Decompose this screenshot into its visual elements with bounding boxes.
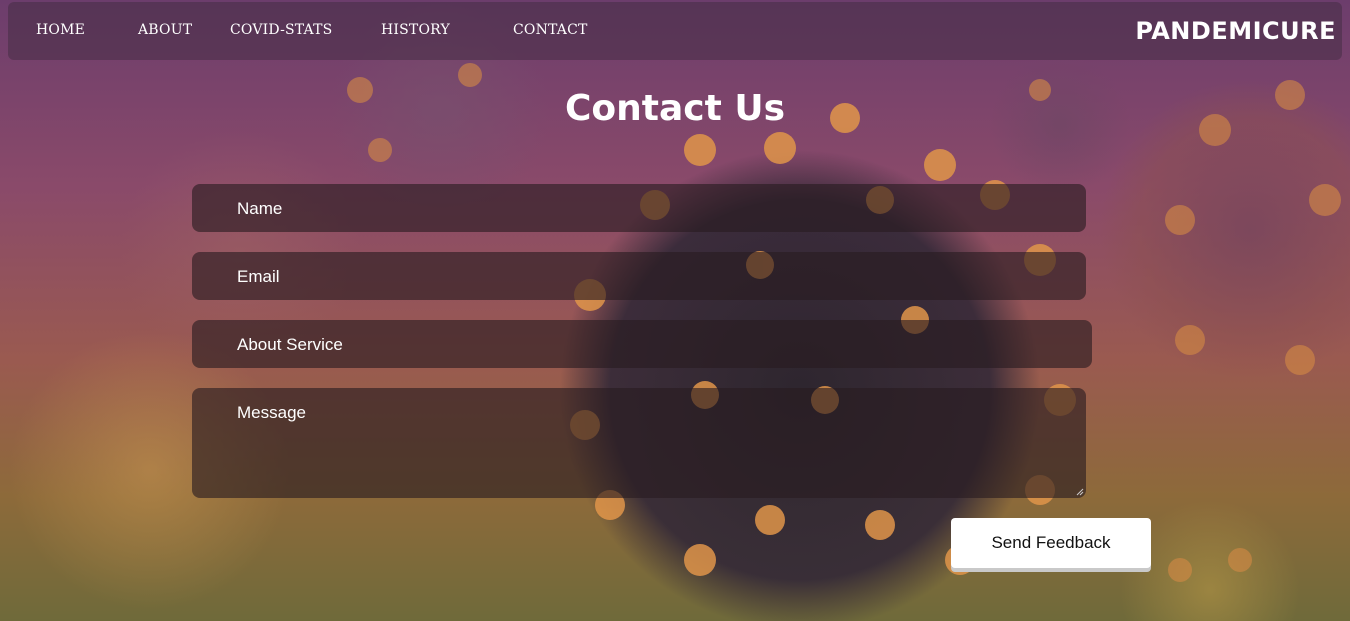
page-title: Contact Us (564, 88, 786, 129)
send-feedback-button[interactable]: Send Feedback (951, 518, 1151, 568)
about-service-field[interactable]: About Service (192, 320, 1092, 368)
nav-history-link[interactable]: HISTORY (381, 22, 450, 38)
brand-logo[interactable]: PANDEMICURE (1135, 17, 1336, 45)
name-placeholder: Name (237, 199, 283, 218)
message-placeholder: Message (237, 403, 306, 422)
resize-handle-icon[interactable] (1076, 488, 1084, 496)
top-navbar: HOME ABOUT COVID-STATS HISTORY CONTACT P… (8, 2, 1342, 60)
email-placeholder: Email (237, 267, 280, 286)
about-service-placeholder: About Service (237, 335, 343, 354)
nav-home-link[interactable]: HOME (36, 22, 85, 38)
name-field[interactable]: Name (192, 184, 1086, 232)
message-textarea[interactable]: Message (192, 388, 1086, 498)
nav-about-link[interactable]: ABOUT (138, 22, 192, 38)
nav-contact-link[interactable]: CONTACT (513, 22, 588, 38)
nav-covid-stats-link[interactable]: COVID-STATS (230, 22, 332, 38)
email-field[interactable]: Email (192, 252, 1086, 300)
